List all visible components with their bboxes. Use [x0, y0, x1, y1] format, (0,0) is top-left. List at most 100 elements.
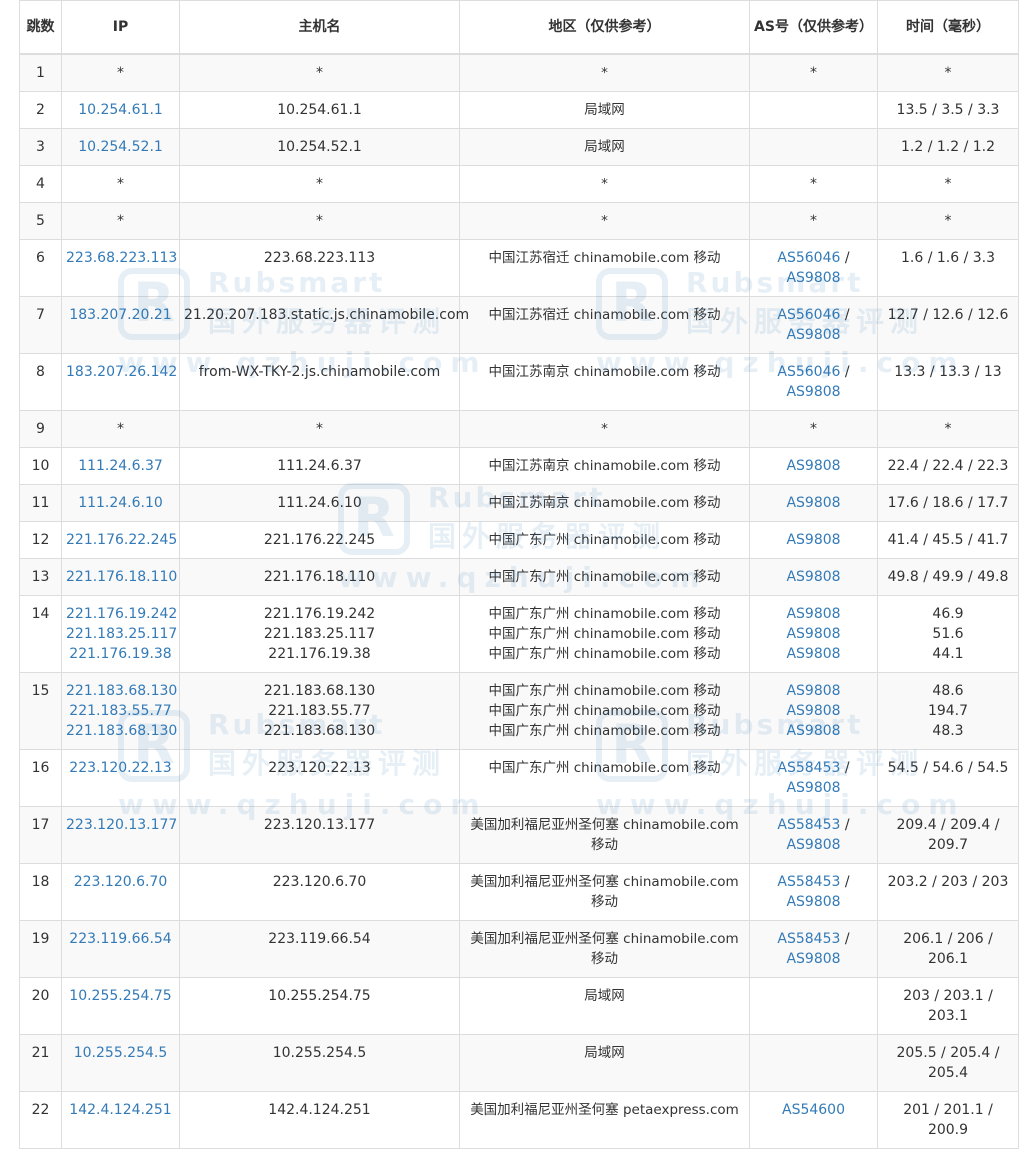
as-cell: AS9808 — [749, 483, 878, 522]
hostname-cell: 223.68.223.113 — [179, 238, 460, 297]
hop-cell: 5 — [19, 201, 62, 240]
ip-link[interactable]: 221.176.22.245 — [66, 530, 177, 550]
ip-link[interactable]: 221.183.55.77 — [66, 701, 175, 721]
ip-link[interactable]: 10.255.254.75 — [66, 986, 175, 1006]
ip-placeholder: * — [117, 65, 124, 81]
ip-link[interactable]: 183.207.26.142 — [66, 362, 177, 382]
as-cell: AS9808 AS9808 AS9808 — [749, 671, 878, 750]
as-link[interactable]: AS9808 — [786, 606, 840, 622]
as-link[interactable]: AS9808 — [786, 327, 840, 343]
as-cell: * — [749, 164, 878, 203]
as-link[interactable]: AS9808 — [786, 951, 840, 967]
region-cell: 中国广东广州 chinamobile.com 移动 — [459, 748, 750, 807]
ip-link[interactable]: 10.254.61.1 — [66, 100, 175, 120]
as-link[interactable]: AS58453 — [777, 817, 840, 833]
ip-cell: 223.119.66.54 — [61, 919, 180, 978]
as-link[interactable]: AS9808 — [786, 458, 840, 474]
ip-link[interactable]: 142.4.124.251 — [66, 1100, 175, 1120]
table-row: 19 223.119.66.54 223.119.66.54 美国加利福尼亚州圣何塞 … — [19, 919, 1019, 978]
time-text: 17.6 / 18.6 / 17.7 — [887, 494, 1009, 511]
ip-link[interactable]: 221.176.19.38 — [66, 644, 175, 664]
as-link[interactable]: AS56046 — [777, 307, 840, 323]
time-cell: 209.4 / 209.4 / 209.7 — [877, 805, 1019, 864]
hop-cell: 9 — [19, 409, 62, 448]
ip-link[interactable]: 10.254.52.1 — [66, 137, 175, 157]
hop-cell: 15 — [19, 671, 62, 750]
as-link[interactable]: AS9808 — [786, 626, 840, 642]
as-line: AS9808 — [754, 644, 873, 664]
region-cell: 中国江苏南京 chinamobile.com 移动 — [459, 352, 750, 411]
as-link[interactable]: AS9808 — [786, 569, 840, 585]
table-row: 13 221.176.18.110 221.176.18.110 中国广东广州 chi… — [19, 557, 1019, 596]
as-line: * — [810, 65, 817, 81]
as-link[interactable]: AS9808 — [786, 646, 840, 662]
hostname-text: 223.120.13.177 — [263, 816, 376, 833]
ip-link[interactable]: 111.24.6.37 — [66, 456, 175, 476]
as-link[interactable]: AS9808 — [786, 723, 840, 739]
header-hop: 跳数 — [19, 0, 62, 55]
as-link[interactable]: AS9808 — [786, 837, 840, 853]
ip-cell: 223.120.6.70 — [61, 862, 180, 921]
region-text: 中国江苏宿迁 chinamobile.com 移动 — [488, 249, 721, 266]
as-link[interactable]: AS54600 — [782, 1102, 845, 1118]
region-text: 中国广东广州 chinamobile.com 移动 — [488, 759, 721, 776]
ip-link[interactable]: 10.255.254.5 — [66, 1043, 175, 1063]
as-cell: AS56046 / AS9808 — [749, 295, 878, 354]
as-cell — [749, 1033, 878, 1092]
time-text: 46.9 — [932, 605, 964, 622]
hop-cell: 19 — [19, 919, 62, 978]
as-link[interactable]: AS9808 — [786, 532, 840, 548]
as-link[interactable]: AS56046 — [777, 250, 840, 266]
ip-link[interactable]: 223.68.223.113 — [66, 248, 177, 268]
as-link[interactable]: AS9808 — [786, 703, 840, 719]
ip-link[interactable]: 183.207.20.21 — [66, 305, 175, 325]
region-text: 中国广东广州 chinamobile.com 移动 — [488, 702, 721, 719]
ip-link[interactable]: 223.120.13.177 — [66, 815, 177, 835]
table-row: 6 223.68.223.113 223.68.223.113 中国江苏宿迁 chin… — [19, 238, 1019, 297]
hop-cell: 11 — [19, 483, 62, 522]
as-link[interactable]: AS9808 — [786, 270, 840, 286]
as-cell: AS58453 / AS9808 — [749, 919, 878, 978]
header-region: 地区（仅供参考） — [459, 0, 750, 55]
as-link[interactable]: AS58453 — [777, 874, 840, 890]
table-row: 2 10.254.61.1 10.254.61.1 局域网 13.5 / 3.5 / 3… — [19, 90, 1019, 129]
hop-cell: 8 — [19, 352, 62, 411]
hostname-text: * — [316, 65, 323, 81]
ip-link[interactable]: 221.183.68.130 — [66, 721, 177, 741]
table-row: 21 10.255.254.5 10.255.254.5 局域网 205.5 / 205… — [19, 1033, 1019, 1092]
as-link[interactable]: AS9808 — [786, 495, 840, 511]
ip-link[interactable]: 221.176.18.110 — [66, 567, 177, 587]
ip-cell: 223.68.223.113 — [61, 238, 180, 297]
ip-cell: 223.120.13.177 — [61, 805, 180, 864]
ip-link[interactable]: 111.24.6.10 — [66, 493, 175, 513]
ip-link[interactable]: 221.183.25.117 — [66, 624, 177, 644]
hostname-text: 10.255.254.5 — [272, 1044, 367, 1061]
ip-link[interactable]: 223.120.6.70 — [66, 872, 175, 892]
region-cell: 局域网 — [459, 90, 750, 129]
region-text: 中国江苏南京 chinamobile.com 移动 — [488, 457, 721, 474]
as-link[interactable]: AS56046 — [777, 364, 840, 380]
as-link[interactable]: AS58453 — [777, 760, 840, 776]
time-cell: * — [877, 201, 1019, 240]
time-cell: 1.2 / 1.2 / 1.2 — [877, 127, 1019, 166]
ip-cell: 221.183.68.130 221.183.55.77 221.183.68.13… — [61, 671, 180, 750]
time-cell: 201 / 201.1 / 200.9 — [877, 1090, 1019, 1149]
hop-cell: 12 — [19, 520, 62, 559]
as-line: AS9808 — [754, 493, 873, 513]
ip-link[interactable]: 221.176.19.242 — [66, 604, 177, 624]
table-row: 14 221.176.19.242 221.183.25.117 221.176.19… — [19, 594, 1019, 673]
ip-link[interactable]: 221.183.68.130 — [66, 681, 177, 701]
region-text: 美国加利福尼亚州圣何塞 chinamobile.com 移动 — [470, 816, 739, 853]
time-text: 49.8 / 49.9 / 49.8 — [887, 568, 1009, 585]
region-text: 局域网 — [584, 138, 625, 155]
ip-link[interactable]: 223.119.66.54 — [66, 929, 175, 949]
time-text: 203 / 203.1 / 203.1 — [903, 987, 993, 1024]
as-link[interactable]: AS9808 — [786, 894, 840, 910]
as-link[interactable]: AS58453 — [777, 931, 840, 947]
hop-cell: 16 — [19, 748, 62, 807]
as-link[interactable]: AS9808 — [786, 780, 840, 796]
as-line: AS9808 — [754, 530, 873, 550]
as-link[interactable]: AS9808 — [786, 683, 840, 699]
as-link[interactable]: AS9808 — [786, 384, 840, 400]
ip-link[interactable]: 223.120.22.13 — [66, 758, 175, 778]
